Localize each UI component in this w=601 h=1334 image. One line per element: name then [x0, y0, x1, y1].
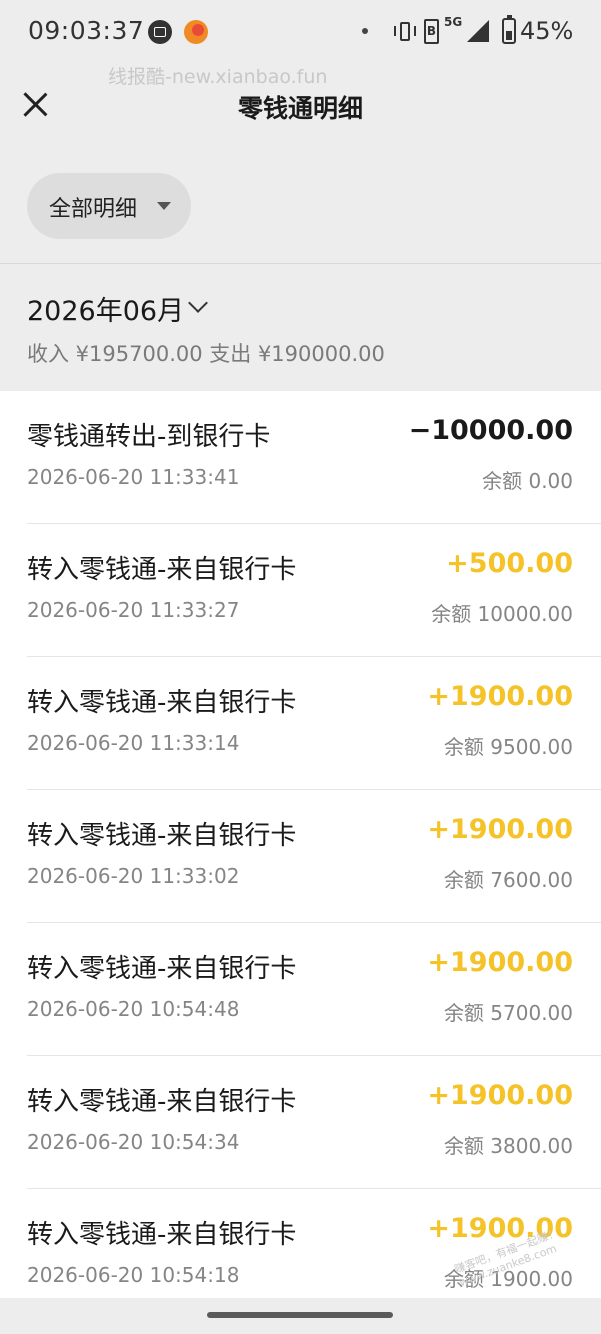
transaction-title: 转入零钱通-来自银行卡: [27, 954, 297, 984]
caret-down-icon: [157, 202, 171, 210]
transaction-time: 2026-06-20 11:33:14: [27, 731, 240, 755]
status-bar: 09:03:37 B 5G 45%: [0, 0, 601, 64]
home-indicator[interactable]: [207, 1312, 393, 1318]
transaction-balance: 余额 0.00: [482, 469, 573, 493]
transaction-amount: +1900.00: [427, 1080, 573, 1111]
signal-icon: [467, 20, 489, 42]
status-time: 09:03:37: [28, 16, 145, 45]
network-label: 5G: [444, 15, 463, 29]
transaction-title: 转入零钱通-来自银行卡: [27, 688, 297, 718]
calendar-icon: [148, 20, 172, 44]
transaction-title: 转入零钱通-来自银行卡: [27, 1220, 297, 1250]
transaction-amount: +1900.00: [427, 947, 573, 978]
transaction-row[interactable]: 转入零钱通-来自银行卡 2026-06-20 11:33:14 +1900.00…: [0, 657, 601, 790]
transaction-title: 转入零钱通-来自银行卡: [27, 555, 297, 585]
transaction-row[interactable]: 转入零钱通-来自银行卡 2026-06-20 11:33:27 +500.00 …: [0, 524, 601, 657]
page-title: 零钱通明细: [237, 94, 363, 123]
app-notification-icon: [184, 20, 208, 44]
notification-dot-icon: [362, 28, 368, 34]
transaction-time: 2026-06-20 11:33:27: [27, 598, 240, 622]
transaction-time: 2026-06-20 10:54:34: [27, 1130, 240, 1154]
transaction-title: 转入零钱通-来自银行卡: [27, 821, 297, 851]
transaction-time: 2026-06-20 11:33:02: [27, 864, 240, 888]
transaction-row[interactable]: 转入零钱通-来自银行卡 2026-06-20 10:54:34 +1900.00…: [0, 1056, 601, 1189]
transaction-time: 2026-06-20 10:54:18: [27, 1263, 240, 1287]
watermark: 线报酷-new.xianbao.fun: [108, 66, 328, 88]
transaction-time: 2026-06-20 11:33:41: [27, 465, 240, 489]
transaction-balance: 余额 3800.00: [443, 1134, 573, 1158]
battery-icon: [502, 15, 516, 44]
battery-level: 45%: [520, 17, 574, 45]
transaction-row[interactable]: 零钱通转出-到银行卡 2026-06-20 11:33:41 −10000.00…: [0, 391, 601, 524]
transaction-list: 零钱通转出-到银行卡 2026-06-20 11:33:41 −10000.00…: [0, 391, 601, 1298]
transaction-time: 2026-06-20 10:54:48: [27, 997, 240, 1021]
transaction-amount: −10000.00: [408, 415, 573, 446]
filter-label: 全部明细: [49, 197, 138, 222]
transaction-amount: +1900.00: [427, 814, 573, 845]
month-summary: 收入 ¥195700.00 支出 ¥190000.00: [27, 342, 385, 366]
vibrate-icon: [394, 20, 416, 44]
month-selector[interactable]: 2026年06月: [27, 289, 184, 328]
transaction-row[interactable]: 转入零钱通-来自银行卡 2026-06-20 10:54:48 +1900.00…: [0, 923, 601, 1056]
sim-icon: B: [424, 19, 439, 44]
transaction-row[interactable]: 转入零钱通-来自银行卡 2026-06-20 11:33:02 +1900.00…: [0, 790, 601, 923]
transaction-amount: +1900.00: [427, 681, 573, 712]
chevron-down-icon[interactable]: [188, 293, 208, 313]
transaction-balance: 余额 10000.00: [431, 602, 573, 626]
filter-dropdown-button[interactable]: 全部明细: [27, 173, 191, 239]
transaction-title: 转入零钱通-来自银行卡: [27, 1087, 297, 1117]
divider: [0, 263, 601, 264]
transaction-balance: 余额 7600.00: [443, 868, 573, 892]
transaction-balance: 余额 9500.00: [443, 735, 573, 759]
transaction-balance: 余额 5700.00: [443, 1001, 573, 1025]
transaction-amount: +500.00: [446, 548, 573, 579]
transaction-title: 零钱通转出-到银行卡: [27, 422, 271, 452]
